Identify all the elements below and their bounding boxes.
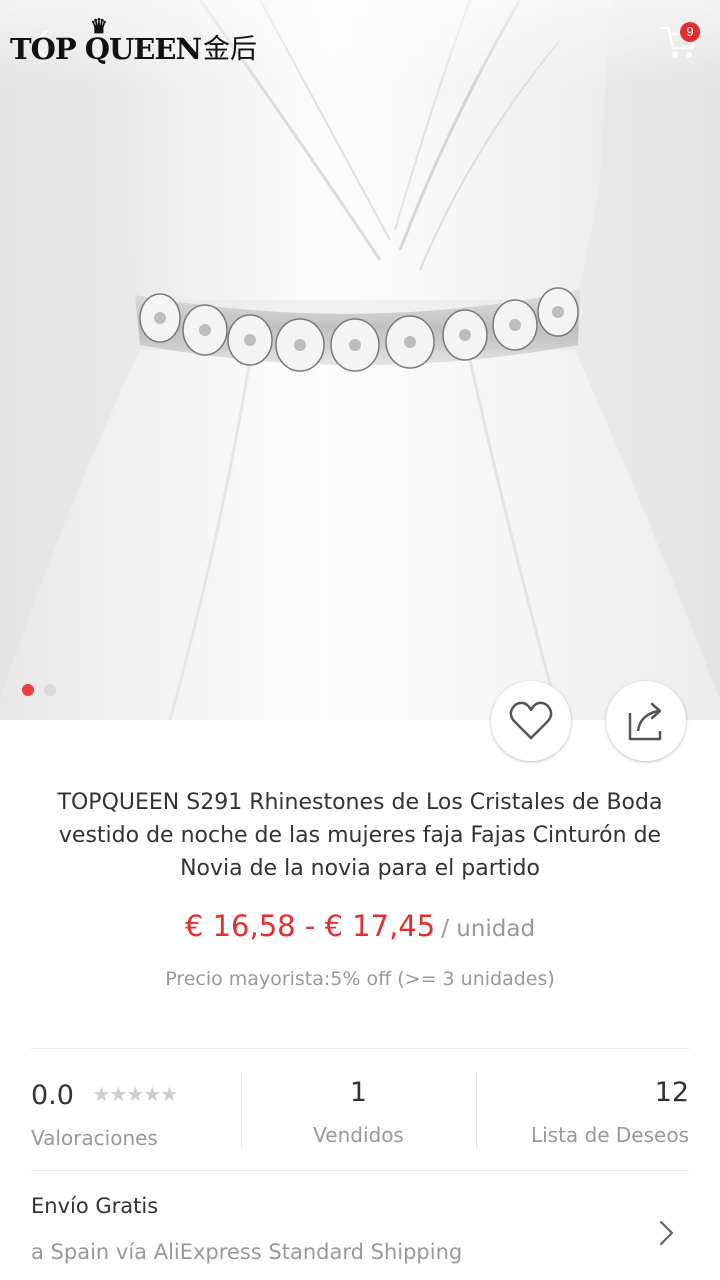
- brand-name-cjk: 金后: [203, 34, 258, 65]
- wholesale-price: Precio mayorista:5% off (>= 3 unidades): [165, 968, 555, 990]
- crown-icon: ♛: [90, 14, 108, 38]
- share-icon: [628, 702, 662, 741]
- divider: [31, 1048, 689, 1049]
- sold-label: Vendidos: [313, 1123, 404, 1147]
- carousel-dot-active[interactable]: [22, 684, 34, 696]
- product-title: TOPQUEEN S291 Rhinestones de Los Cristal…: [57, 790, 663, 881]
- chevron-right-icon: [659, 1220, 674, 1246]
- price-unit: / unidad: [441, 916, 536, 942]
- brand-logo: ♛ TOP QUEEN 金后: [10, 14, 258, 66]
- price-row: € 16,58 - € 17,45/ unidad: [0, 909, 720, 943]
- carousel-indicator: [22, 684, 56, 696]
- sold-value: 1: [349, 1077, 368, 1108]
- rating-label: Valoraciones: [31, 1126, 158, 1150]
- carousel-dot[interactable]: [44, 684, 56, 696]
- product-photo: [0, 0, 720, 720]
- cart-count-badge: 9: [680, 22, 700, 42]
- product-stats: 0.0 ★★★★★ Valoraciones 1 Vendidos 12 Lis…: [31, 1073, 689, 1150]
- price-range: € 16,58 - € 17,45: [184, 909, 436, 943]
- wishlist-value: 12: [654, 1077, 689, 1108]
- divider: [31, 1170, 689, 1171]
- heart-icon: [509, 701, 553, 740]
- rating-stat[interactable]: 0.0 ★★★★★ Valoraciones: [31, 1073, 241, 1150]
- shipping-title: Envío Gratis: [31, 1194, 159, 1218]
- wishlist-label: Lista de Deseos: [530, 1123, 689, 1147]
- rating-value: 0.0: [31, 1080, 74, 1111]
- wishlist-stat: 12 Lista de Deseos: [476, 1073, 689, 1149]
- product-image-carousel[interactable]: [0, 0, 720, 720]
- add-to-wishlist-button[interactable]: [491, 681, 571, 761]
- rating-stars-icon: ★★★★★: [92, 1082, 179, 1106]
- shipping-detail: a Spain vía AliExpress Standard Shipping: [31, 1240, 463, 1264]
- share-button[interactable]: [606, 681, 686, 761]
- sold-stat: 1 Vendidos: [241, 1073, 476, 1149]
